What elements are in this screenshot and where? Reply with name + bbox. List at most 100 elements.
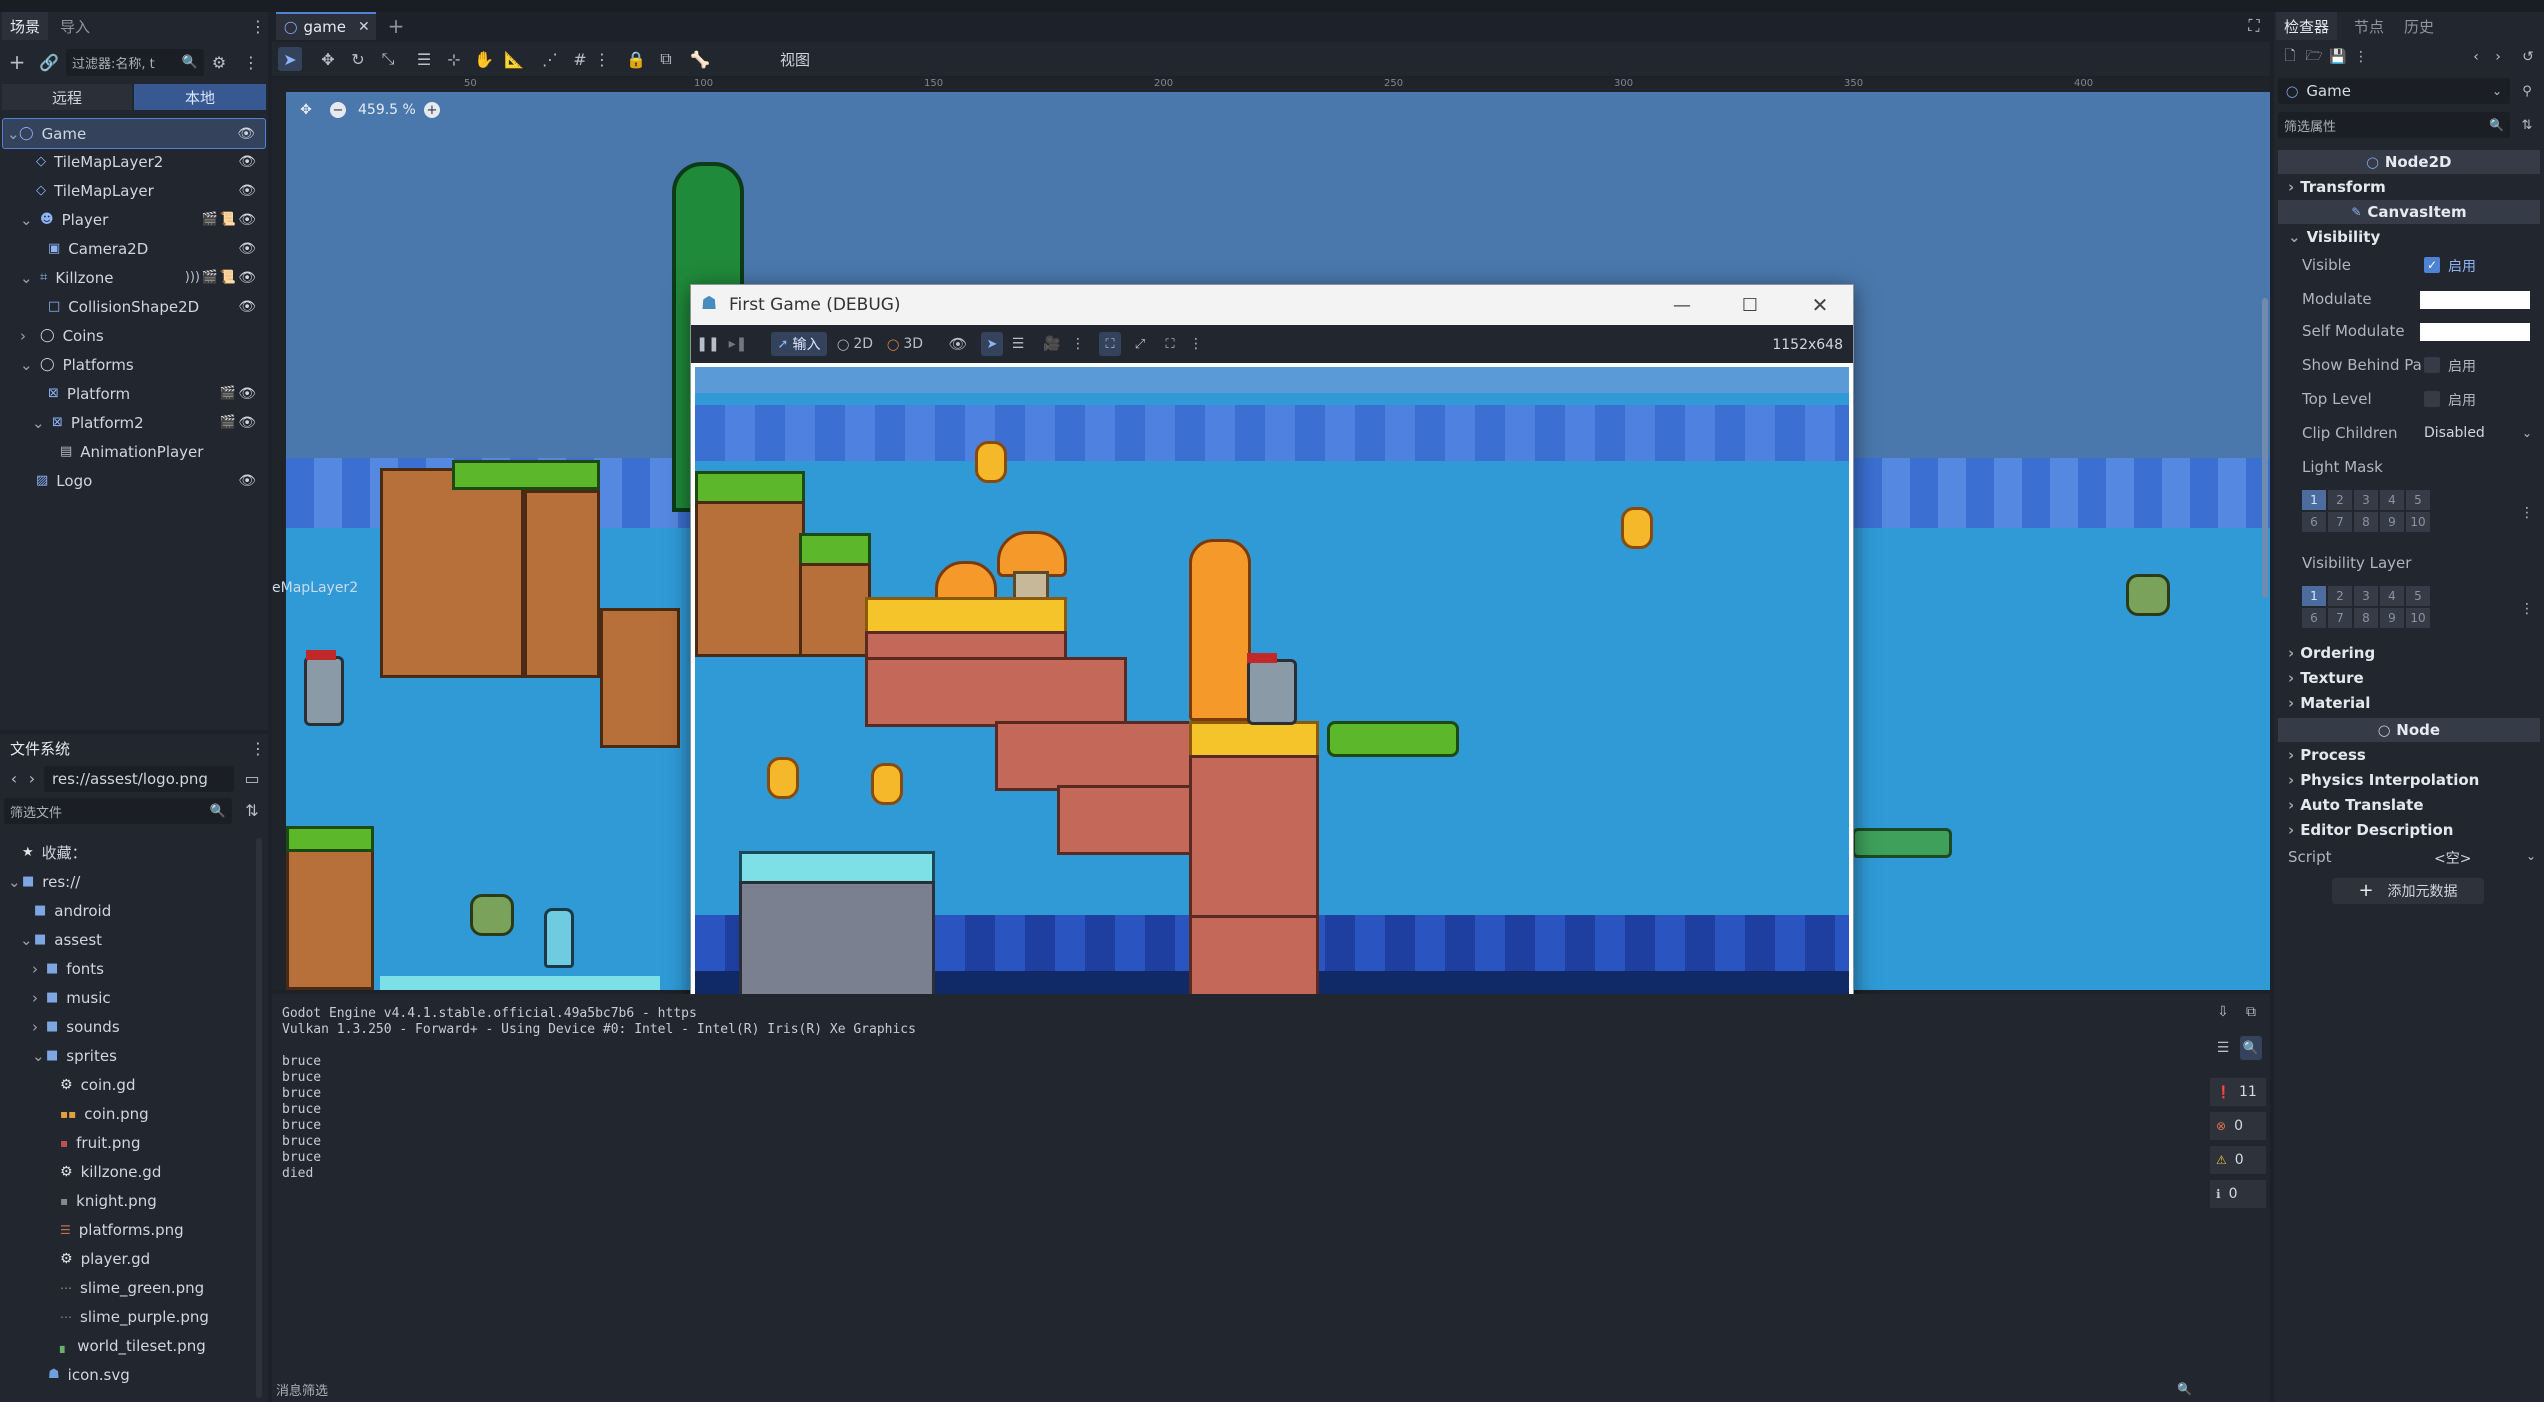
scene-instance-icon[interactable]: 🎬 (220, 387, 236, 400)
visibility-layer-menu-icon[interactable]: ⋮ (2520, 598, 2534, 620)
tree-item-coins[interactable]: › ◯ Coins (2, 321, 266, 350)
script-value[interactable]: <空> (2434, 848, 2471, 868)
eye-icon[interactable]: 👁 (238, 415, 256, 431)
fs-filter-input[interactable]: 筛选文件 🔍 (4, 798, 232, 824)
tree-item-platform2[interactable]: ⌄ ⊠ Platform2 🎬 👁 (2, 408, 266, 437)
pivot-tool-icon[interactable]: ⊹ (442, 47, 466, 71)
add-metadata-button[interactable]: + 添加元数据 (2332, 878, 2484, 904)
fs-item-platforms-png[interactable]: ☰ platforms.png (4, 1215, 254, 1244)
eye-icon[interactable]: 👁 (238, 386, 256, 402)
pan-tool-icon[interactable]: ✋ (472, 47, 496, 71)
eye-icon[interactable]: 👁 (238, 270, 256, 286)
zoom-level[interactable]: 459.5 % (358, 102, 416, 118)
filter-options-icon[interactable]: ⚙ (208, 50, 230, 74)
visible-checkbox[interactable]: ✓ (2424, 257, 2440, 273)
view-menu[interactable]: 视图 (780, 47, 820, 71)
modulate-color[interactable] (2420, 291, 2530, 309)
tree-item-logo[interactable]: ▨ Logo 👁 (2, 466, 266, 495)
tree-item-platform[interactable]: ⊠ Platform 🎬 👁 (2, 379, 266, 408)
history-back-icon[interactable]: ‹ (2468, 46, 2484, 68)
fit-view-icon[interactable]: ⛶ (1099, 332, 1121, 356)
game-menu-icon[interactable]: ⋮ (1071, 332, 1085, 356)
game-canvas[interactable] (695, 367, 1849, 1019)
tree-item-tilemaplayer2[interactable]: ◇ TileMapLayer2 👁 (2, 147, 266, 176)
script-icon[interactable]: 📜 (220, 271, 236, 284)
distraction-free-icon[interactable]: ⛶ (2242, 14, 2266, 38)
fullscreen-icon[interactable]: ⛶ (1159, 332, 1181, 356)
dock-menu-icon[interactable]: ⋮ (250, 16, 266, 36)
scene-instance-icon[interactable]: 🎬 (220, 416, 236, 429)
tree-item-animationplayer[interactable]: ▤ AnimationPlayer (2, 437, 266, 466)
tree-item-player[interactable]: ⌄ ☻ Player 🎬 📜 👁 (2, 205, 266, 234)
group-icon[interactable]: ⧉ (654, 47, 678, 71)
fs-item-coin-gd[interactable]: ⚙ coin.gd (4, 1070, 254, 1099)
tree-item-killzone[interactable]: ⌄ ⌗ Killzone ))) 🎬 📜 👁 (2, 263, 266, 292)
list-select-icon[interactable]: ☰ (412, 47, 436, 71)
split-view-icon[interactable]: ▭ (242, 766, 262, 790)
fs-item-knight-png[interactable]: ▪ knight.png (4, 1186, 254, 1215)
section-transform[interactable]: › Transform (2274, 174, 2544, 199)
mode-2d-button[interactable]: ◯ 2D (837, 332, 877, 356)
fs-item-music[interactable]: › ■ music (4, 983, 254, 1012)
node-select[interactable]: ◯ Game ⌄ (2278, 78, 2510, 104)
filter-errors-toggle[interactable]: ⊗ 0 (2210, 1112, 2266, 1140)
scene-menu-icon[interactable]: ⋮ (240, 50, 262, 74)
eye-icon[interactable]: 👁 (238, 473, 256, 489)
sort-icon[interactable]: ⇅ (242, 798, 262, 822)
section-process[interactable]: › Process (2274, 742, 2544, 767)
smart-snap-icon[interactable]: ⋰ (538, 47, 562, 71)
minimize-icon[interactable]: — (1667, 293, 1697, 317)
eye-icon[interactable]: 👁 (238, 241, 256, 257)
close-icon[interactable]: ✕ (358, 20, 370, 34)
tree-item-platforms[interactable]: ⌄ ◯ Platforms (2, 350, 266, 379)
grid-snap-icon[interactable]: # (568, 47, 592, 71)
forward-icon[interactable]: › (24, 766, 40, 790)
ruler-tool-icon[interactable]: 📐 (502, 47, 526, 71)
subtab-local[interactable]: 本地 (134, 84, 266, 110)
open-resource-icon[interactable]: 🗁 (2304, 46, 2324, 68)
section-material[interactable]: › Material (2274, 690, 2544, 715)
section-texture[interactable]: › Texture (2274, 665, 2544, 690)
fs-item-fruit-png[interactable]: ▪ fruit.png (4, 1128, 254, 1157)
light-mask-grid[interactable]: 12345 6 7 8 9 10 (2302, 490, 2430, 532)
chevron-down-icon[interactable]: ⌄ (2526, 850, 2536, 862)
save-resource-icon[interactable]: 💾 (2328, 46, 2348, 68)
scene-instance-icon[interactable]: 🎬 (202, 271, 218, 284)
tab-filesystem[interactable]: 文件系统 (2, 734, 78, 762)
more-icon[interactable]: ⋮ (1189, 332, 1203, 356)
back-icon[interactable]: ‹ (6, 766, 22, 790)
close-window-icon[interactable]: ✕ (1805, 293, 1835, 317)
lock-icon[interactable]: 🔒 (624, 47, 648, 71)
new-tab-icon[interactable]: + (384, 14, 408, 38)
game-window-titlebar[interactable]: ☗ First Game (DEBUG) — ☐ ✕ (691, 285, 1853, 325)
select-tool-icon[interactable]: ➤ (278, 47, 302, 71)
section-physics-interpolation[interactable]: › Physics Interpolation (2274, 767, 2544, 792)
fs-item-sprites[interactable]: ⌄ ■ sprites (4, 1041, 254, 1070)
new-resource-icon[interactable]: 🗋 (2280, 46, 2300, 68)
expand-icon[interactable]: ⤢ (1129, 332, 1151, 356)
camera-override-icon[interactable]: 🎥 (1041, 332, 1063, 356)
output-filter-bar[interactable]: 消息筛选 🔍 (276, 1378, 2202, 1400)
node-actions-icon[interactable]: ⚲ (2516, 78, 2538, 104)
filter-editor-toggle[interactable]: ℹ0 (2210, 1180, 2266, 1208)
history-forward-icon[interactable]: › (2490, 46, 2506, 68)
list-mode-icon[interactable]: ☰ (1007, 332, 1029, 356)
fs-item-favorites[interactable]: ★ 收藏： (4, 838, 254, 867)
fs-item-killzone-gd[interactable]: ⚙ killzone.gd (4, 1157, 254, 1186)
self-modulate-color[interactable] (2420, 323, 2530, 341)
fs-item-android[interactable]: ■ android (4, 896, 254, 925)
viewport-vscroll[interactable] (2262, 298, 2268, 598)
eye-icon[interactable]: 👁 (238, 183, 256, 199)
skeleton-icon[interactable]: 🦴 (688, 47, 712, 71)
tree-item-camera2d[interactable]: ▣ Camera2D 👁 (2, 234, 266, 263)
input-mode-button[interactable]: ➚ 输入 (771, 332, 827, 356)
section-auto-translate[interactable]: › Auto Translate (2274, 792, 2544, 817)
mode-3d-button[interactable]: ◯ 3D (887, 332, 927, 356)
fs-item-slime-purple[interactable]: ⋯ slime_purple.png (4, 1302, 254, 1331)
fs-item-fonts[interactable]: › ■ fonts (4, 954, 254, 983)
filter-warnings-toggle[interactable]: ⚠ 0 (2210, 1146, 2266, 1174)
tab-history[interactable]: 历史 (2396, 12, 2442, 40)
visibility-toggle-icon[interactable]: 👁 (947, 332, 969, 356)
rotate-tool-icon[interactable]: ↻ (346, 47, 370, 71)
pin-icon[interactable]: ⇩ (2212, 1000, 2234, 1024)
